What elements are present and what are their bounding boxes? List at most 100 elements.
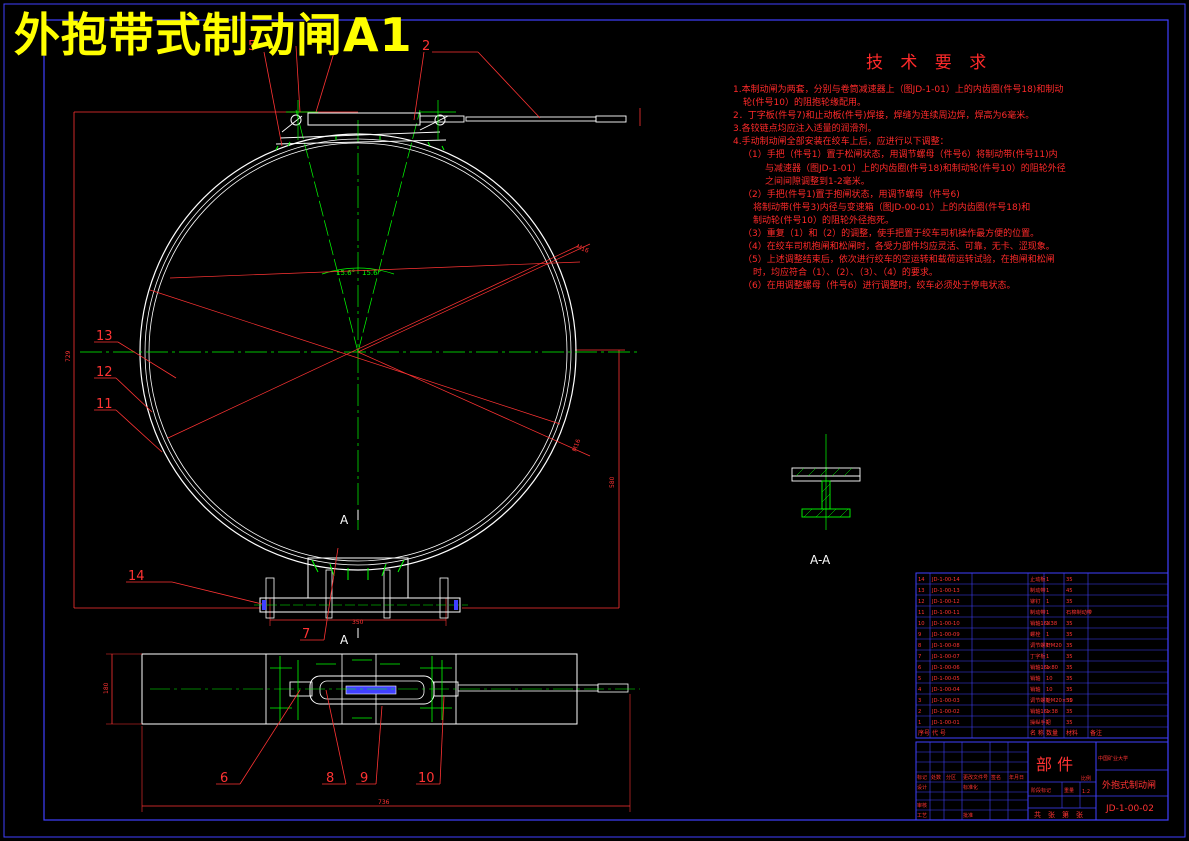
parts-table-cell: JD-1-00-02: [931, 709, 960, 715]
parts-table-cell: JD-1-00-04: [931, 687, 960, 693]
dim-plan-width: 736: [378, 799, 390, 806]
callout-11: 11: [96, 397, 113, 412]
parts-table-header-cell: 备注: [1090, 729, 1102, 737]
parts-table-cell: 1: [1046, 621, 1049, 627]
role-label-2: 工艺: [917, 813, 927, 819]
callout-7: 7: [302, 627, 310, 642]
parts-table-cell: 销轴16×38: [1030, 707, 1058, 715]
stage-label-1: 重量: [1064, 787, 1074, 794]
parts-table-cell: JD-1-00-14: [931, 577, 960, 583]
tech-note-line: 之间间隙调整到1-2毫米。: [765, 176, 870, 187]
parts-table-cell: 10: [1046, 687, 1053, 693]
parts-table-cell: 1: [918, 720, 921, 726]
parts-table-cell: 1: [1046, 698, 1049, 704]
sheet-label-2: 第: [1062, 810, 1069, 819]
tech-note-line: （1）手把（件号1）置于松闸状态，用调节螺母（件号6）将制动带(件号11)内: [743, 150, 1058, 161]
title-block: 部 件 中国矿业大学 外抱式制动闸 JD-1-00-02 1:2 阶段标记 重量…: [915, 741, 1169, 821]
parts-table-header-cell: 材料: [1066, 729, 1078, 737]
drawing-name: 外抱式制动闸: [1102, 779, 1156, 791]
tech-note-line: （5）上述调整结束后，依次进行绞车的空运转和载荷运转试验，在抱闸和松闸: [743, 255, 1055, 266]
parts-table-cell: JD-1-00-07: [931, 654, 960, 660]
parts-table-cell: 7: [918, 654, 921, 660]
tech-note-line: 2．丁字板(件号7)和止动板(件号)焊接，焊缝为连续周边焊，焊高为6毫米。: [733, 111, 1035, 122]
parts-table: 14 JD-1-00-14 止动板 1 3513 JD-1-00-13 制动带 1 4512 JD…: [915, 572, 1169, 739]
parts-table-cell: 2: [918, 709, 921, 715]
parts-table-cell: JD-1-00-01: [931, 720, 960, 726]
parts-table-header-cell: 序号: [918, 729, 930, 737]
parts-table-cell: 35: [1066, 632, 1073, 638]
parts-table-cell: 9: [918, 632, 921, 638]
parts-table-cell: 销轴: [1030, 674, 1040, 682]
parts-table-cell: 1: [1046, 588, 1049, 594]
parts-table-cell: 销轴: [1030, 685, 1040, 693]
parts-table-cell: 35: [1066, 665, 1073, 671]
parts-table-cell: 35: [1066, 676, 1073, 682]
tech-note-line: 1.本制动闸为两套，分别与卷筒减速器上（图JD-1-01）上的内齿圈(件号18)…: [733, 85, 1064, 95]
drawing-title: 外抱带式制动闸A1: [14, 8, 413, 62]
parts-table-cell: 销轴16X38: [1030, 619, 1057, 627]
parts-table-cell: 螺栓: [1030, 630, 1041, 638]
section-mark-a-top: A: [340, 513, 349, 527]
parts-table-cell: JD-1-00-09: [931, 632, 960, 638]
parts-table-cell: 35: [1066, 698, 1073, 704]
tech-note-line: （2）手把(件号1)置于抱闸状态，用调节螺母（件号6): [743, 189, 960, 200]
tech-note-line: 4.手动制动闸全部安装在绞车上后，应进行以下调整：: [733, 137, 949, 148]
parts-table-cell: 8: [918, 643, 921, 649]
sign-label-2: 分区: [946, 774, 956, 781]
parts-table-cell: 销轴16×80: [1030, 663, 1058, 671]
tech-note-line: （6）在用调整螺母（件号6）进行调整时，绞车必须处于停电状态。: [743, 281, 1016, 292]
stage-label-2: 比例: [1081, 775, 1091, 782]
callout-14: 14: [128, 569, 145, 584]
sheet-label-1: 张: [1048, 810, 1055, 819]
parts-table-cell: JD-1-00-13: [931, 588, 960, 594]
section-aa: A-A: [791, 434, 861, 567]
parts-table-cell: 35: [1066, 687, 1073, 693]
parts-table-cell: 1: [1046, 610, 1049, 616]
sheet-label-0: 共: [1034, 810, 1041, 819]
parts-table-cell: 35: [1066, 709, 1073, 715]
front-callouts: 13 12 11 14 7 5 2: [94, 39, 541, 642]
parts-table-cell: 1: [1046, 643, 1049, 649]
sign-label-5: 年月日: [1009, 774, 1024, 781]
callout-9: 9: [360, 771, 368, 786]
dim-right-height: 580: [609, 476, 616, 488]
tech-note-line: 轮(件号10）的阻抱轮缘配用。: [743, 98, 866, 109]
tech-note-line: 制动轮(件号10）的阻轮外径抱死。: [753, 215, 894, 226]
section-mark-a-bottom: A: [340, 633, 349, 647]
scale: 1:2: [1082, 789, 1090, 795]
dim-plan-height: 180: [103, 682, 110, 694]
parts-table-cell: 石棉制动带: [1066, 608, 1092, 616]
parts-table-cell: 制动带: [1030, 586, 1046, 594]
callout-6: 6: [220, 771, 228, 786]
drawing-number: JD-1-00-02: [1105, 804, 1154, 814]
parts-table-cell: 1: [1046, 709, 1049, 715]
parts-table-cell: JD-1-00-06: [931, 665, 960, 671]
parts-table-cell: JD-1-00-11: [931, 610, 960, 616]
tech-note-line: （4）在绞车司机抱闸和松闸时，各受力部件均应灵活、可靠，无卡、涩现象。: [743, 242, 1055, 253]
sign-label-3: 更改文件号: [963, 774, 988, 781]
tech-note-line: 将制动带(件号3)内径与变速箱（图JD-00-01）上的内齿圈(件号18)和: [753, 202, 1031, 213]
parts-table-cell: 13: [918, 588, 925, 594]
parts-table-cell: 35: [1066, 720, 1073, 726]
standardized-label: 标准化: [963, 784, 978, 791]
parts-table-header-cell: 数量: [1046, 729, 1058, 737]
parts-table-cell: 35: [1066, 643, 1073, 649]
tech-note-line: 时，均应符合（1）、（2）、（3）、（4）的要求。: [753, 268, 938, 279]
parts-table-cell: 35: [1066, 577, 1073, 583]
parts-table-cell: 丁字板: [1030, 652, 1046, 660]
tech-note-line: （3）重复（1）和（2）的调整，使手把置于绞车司机操作最方便的位置。: [743, 229, 1040, 240]
parts-table-cell: JD-1-00-12: [931, 599, 960, 605]
tech-requirements-notes: 1.本制动闸为两套，分别与卷筒减速器上（图JD-1-01）上的内齿圈(件号18)…: [733, 84, 1113, 294]
zone-label: 部 件: [1036, 755, 1073, 774]
parts-table-cell: 1: [1046, 665, 1049, 671]
parts-table-cell: 35: [1066, 654, 1073, 660]
sign-label-1: 处数: [931, 774, 941, 781]
parts-table-cell: JD-1-00-10: [931, 621, 960, 627]
callout-10: 10: [418, 771, 435, 786]
parts-table-cell: 3: [918, 698, 921, 704]
role-label-1: 审核: [917, 802, 927, 809]
parts-table-cell: 止动板: [1030, 575, 1046, 583]
parts-table-cell: JD-1-00-05: [931, 676, 960, 682]
sign-label-4: 签名: [991, 774, 1001, 781]
parts-table-cell: 1: [1046, 654, 1049, 660]
